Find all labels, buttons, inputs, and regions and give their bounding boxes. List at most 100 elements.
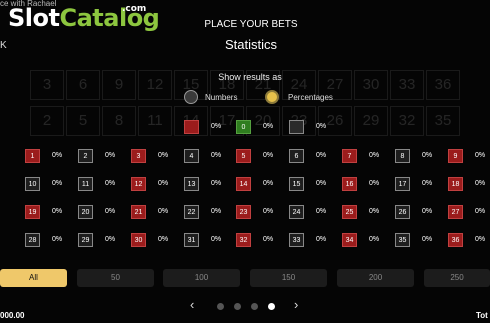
page-dot[interactable] bbox=[251, 303, 258, 310]
logo-com-text: .com bbox=[122, 4, 147, 14]
special-cell-percentage: 0% bbox=[263, 123, 274, 130]
number-percentage: 0% bbox=[316, 180, 327, 187]
number-percentage: 0% bbox=[52, 208, 63, 215]
numbers-radio[interactable] bbox=[184, 90, 198, 104]
number-percentage: 0% bbox=[475, 236, 486, 243]
page-title: Statistics bbox=[224, 37, 277, 52]
number-percentage: 0% bbox=[52, 180, 63, 187]
background-table-cell: 11 bbox=[138, 106, 172, 136]
number-percentage: 0% bbox=[105, 208, 116, 215]
number-cell-28: 28 bbox=[25, 233, 40, 247]
number-cell-20: 20 bbox=[78, 205, 93, 219]
number-percentage: 0% bbox=[422, 208, 433, 215]
place-bets-status: PLACE YOUR BETS bbox=[204, 19, 298, 30]
percentages-radio-label[interactable]: Percentages bbox=[288, 93, 333, 102]
filter-button-100[interactable]: 100 bbox=[163, 269, 240, 287]
number-cell-21: 21 bbox=[131, 205, 146, 219]
number-cell-18: 18 bbox=[448, 177, 463, 191]
number-cell-12: 12 bbox=[131, 177, 146, 191]
number-cell-16: 16 bbox=[342, 177, 357, 191]
number-cell-24: 24 bbox=[289, 205, 304, 219]
number-percentage: 0% bbox=[263, 180, 274, 187]
number-percentage: 0% bbox=[105, 236, 116, 243]
page-dot[interactable] bbox=[234, 303, 241, 310]
number-percentage: 0% bbox=[475, 180, 486, 187]
number-cell-6: 6 bbox=[289, 149, 304, 163]
percentages-radio[interactable] bbox=[265, 90, 279, 104]
number-cell-30: 30 bbox=[131, 233, 146, 247]
number-percentage: 0% bbox=[475, 208, 486, 215]
number-percentage: 0% bbox=[158, 152, 169, 159]
number-cell-35: 35 bbox=[395, 233, 410, 247]
number-cell-36: 36 bbox=[448, 233, 463, 247]
number-cell-14: 14 bbox=[236, 177, 251, 191]
number-percentage: 0% bbox=[105, 152, 116, 159]
number-cell-23: 23 bbox=[236, 205, 251, 219]
special-cell-percentage: 0% bbox=[211, 123, 222, 130]
page-dot[interactable] bbox=[217, 303, 224, 310]
special-cell-percentage: 0% bbox=[316, 123, 327, 130]
number-cell-33: 33 bbox=[289, 233, 304, 247]
number-cell-13: 13 bbox=[184, 177, 199, 191]
number-percentage: 0% bbox=[211, 208, 222, 215]
number-cell-9: 9 bbox=[448, 149, 463, 163]
filter-button-50[interactable]: 50 bbox=[77, 269, 154, 287]
number-cell-31: 31 bbox=[184, 233, 199, 247]
number-percentage: 0% bbox=[52, 152, 63, 159]
number-percentage: 0% bbox=[422, 236, 433, 243]
prev-page-arrow[interactable]: ‹ bbox=[190, 297, 194, 312]
number-percentage: 0% bbox=[211, 152, 222, 159]
number-percentage: 0% bbox=[316, 208, 327, 215]
number-percentage: 0% bbox=[158, 180, 169, 187]
number-percentage: 0% bbox=[422, 152, 433, 159]
number-cell-7: 7 bbox=[342, 149, 357, 163]
special-cell-red bbox=[184, 120, 199, 134]
numbers-radio-label[interactable]: Numbers bbox=[205, 93, 237, 102]
background-table-cell: 2 bbox=[30, 106, 64, 136]
filter-button-all[interactable]: All bbox=[0, 269, 67, 287]
number-cell-29: 29 bbox=[78, 233, 93, 247]
number-percentage: 0% bbox=[263, 208, 274, 215]
number-cell-8: 8 bbox=[395, 149, 410, 163]
background-table-cell: 5 bbox=[66, 106, 100, 136]
number-percentage: 0% bbox=[158, 236, 169, 243]
number-percentage: 0% bbox=[263, 236, 274, 243]
number-percentage: 0% bbox=[263, 152, 274, 159]
number-cell-34: 34 bbox=[342, 233, 357, 247]
number-percentage: 0% bbox=[369, 180, 380, 187]
number-percentage: 0% bbox=[211, 236, 222, 243]
number-percentage: 0% bbox=[158, 208, 169, 215]
number-cell-17: 17 bbox=[395, 177, 410, 191]
number-cell-3: 3 bbox=[131, 149, 146, 163]
background-table-cell: 8 bbox=[102, 106, 136, 136]
number-percentage: 0% bbox=[369, 236, 380, 243]
number-cell-19: 19 bbox=[25, 205, 40, 219]
number-cell-1: 1 bbox=[25, 149, 40, 163]
number-cell-25: 25 bbox=[342, 205, 357, 219]
number-cell-26: 26 bbox=[395, 205, 410, 219]
filter-button-250[interactable]: 250 bbox=[424, 269, 490, 287]
number-cell-32: 32 bbox=[236, 233, 251, 247]
number-percentage: 0% bbox=[316, 152, 327, 159]
number-percentage: 0% bbox=[369, 208, 380, 215]
background-table-cell: 32 bbox=[390, 106, 424, 136]
filter-button-200[interactable]: 200 bbox=[337, 269, 414, 287]
number-cell-10: 10 bbox=[25, 177, 40, 191]
background-table-cell: 35 bbox=[426, 106, 460, 136]
number-percentage: 0% bbox=[52, 236, 63, 243]
number-cell-4: 4 bbox=[184, 149, 199, 163]
page-dot[interactable] bbox=[268, 303, 275, 310]
total-label: Tot bbox=[476, 311, 488, 320]
number-percentage: 0% bbox=[369, 152, 380, 159]
number-cell-2: 2 bbox=[78, 149, 93, 163]
number-percentage: 0% bbox=[422, 180, 433, 187]
next-page-arrow[interactable]: › bbox=[294, 297, 298, 312]
show-results-label: Show results as bbox=[218, 72, 282, 82]
number-cell-27: 27 bbox=[448, 205, 463, 219]
special-cell-gray bbox=[289, 120, 304, 134]
balance-value: 000.00 bbox=[0, 311, 25, 320]
number-cell-15: 15 bbox=[289, 177, 304, 191]
number-percentage: 0% bbox=[316, 236, 327, 243]
filter-button-150[interactable]: 150 bbox=[250, 269, 327, 287]
background-table-cell: 29 bbox=[354, 106, 388, 136]
